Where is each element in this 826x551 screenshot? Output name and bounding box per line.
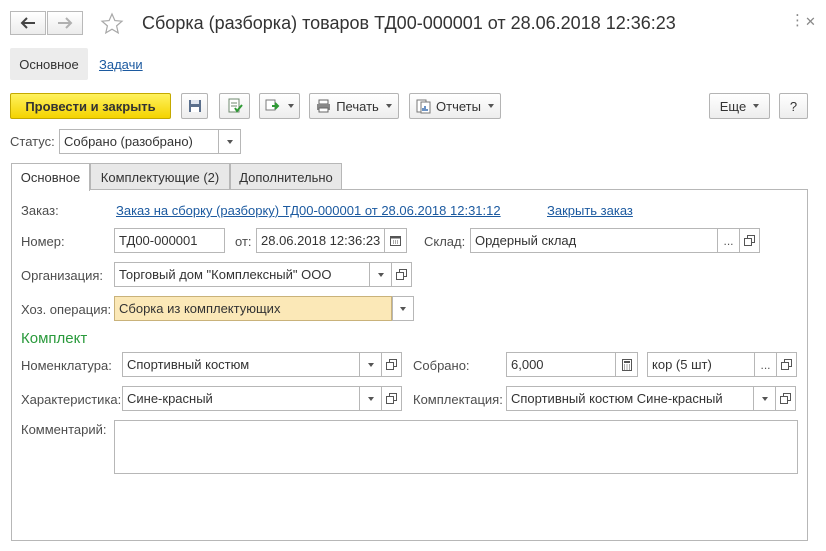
print-label: Печать [336,98,379,114]
kit-configuration-field[interactable]: Спортивный костюм Сине-красный [506,386,754,411]
nomenclature-open-button[interactable] [382,352,402,377]
more-menu-icon[interactable]: ⋮ [790,13,805,28]
number-field[interactable]: ТД00-000001 [114,228,225,253]
save-icon [188,100,201,112]
calculator-icon [621,358,632,371]
calendar-button[interactable] [385,228,407,253]
organization-dropdown-button[interactable] [370,262,392,287]
kit-group-title: Комплект [21,330,88,347]
date-field[interactable]: 28.06.2018 12:36:23 [256,228,385,253]
post-document-icon [228,98,243,113]
number-label: Номер: [21,234,65,249]
comment-textarea[interactable] [114,420,798,474]
unit-select-button[interactable]: ... [755,352,777,377]
operation-field[interactable]: Сборка из комплектующих [114,296,392,321]
section-main[interactable]: Основное [10,48,88,80]
arrow-right-icon [58,17,73,29]
unit-field[interactable]: кор (5 шт) [647,352,755,377]
organization-label: Организация: [21,268,104,283]
nomenclature-dropdown-button[interactable] [360,352,382,377]
tab-components[interactable]: Комплектующие (2) [90,163,230,190]
post-button[interactable] [219,93,250,119]
print-button[interactable]: Печать [309,93,399,119]
section-tasks-link[interactable]: Задачи [99,57,143,72]
warehouse-open-button[interactable] [740,228,760,253]
more-label: Еще [719,98,747,114]
post-and-close-button[interactable]: Провести и закрыть [10,93,171,119]
collected-quantity-field[interactable]: 6,000 [506,352,616,377]
chevron-down-icon [367,396,374,401]
dropdown-caret-icon [288,104,294,108]
organization-field[interactable]: Торговый дом "Комплексный" ООО [114,262,370,287]
create-based-on-button[interactable] [259,93,300,119]
chevron-down-icon [226,139,233,144]
comment-label: Комментарий: [21,422,107,437]
order-label: Заказ: [21,203,59,218]
unit-open-button[interactable] [777,352,797,377]
close-order-link[interactable]: Закрыть заказ [547,203,633,218]
chevron-down-icon [377,272,384,277]
chevron-down-icon [367,362,374,367]
create-based-on-icon [265,99,280,111]
dropdown-caret-icon [385,104,392,108]
nomenclature-field[interactable]: Спортивный костюм [122,352,360,377]
calculator-button[interactable] [616,352,638,377]
window-title: Сборка (разборка) товаров ТД00-000001 от… [142,13,676,33]
status-label: Статус: [10,134,55,149]
status-dropdown-button[interactable] [219,129,241,154]
nomenclature-label: Номенклатура: [21,358,112,373]
open-icon [744,235,755,246]
help-button[interactable]: ? [779,93,808,119]
kit-configuration-dropdown-button[interactable] [754,386,776,411]
save-button[interactable] [181,93,208,119]
reports-button[interactable]: Отчеты [409,93,501,119]
kit-configuration-label: Комплектация: [413,392,503,407]
calendar-icon [390,236,401,246]
characteristic-field[interactable]: Сине-красный [122,386,360,411]
collected-label: Собрано: [413,358,470,373]
open-icon [396,269,407,280]
operation-dropdown-button[interactable] [392,296,414,321]
dropdown-caret-icon [487,104,494,108]
open-icon [386,359,397,370]
more-button[interactable]: Еще [709,93,770,119]
printer-icon [317,99,331,113]
open-icon [386,393,397,404]
warehouse-field[interactable]: Ордерный склад [470,228,718,253]
warehouse-label: Склад: [424,234,466,249]
characteristic-open-button[interactable] [382,386,402,411]
arrow-left-icon [20,17,35,29]
characteristic-label: Характеристика: [21,392,122,407]
open-icon [780,393,791,404]
forward-button[interactable] [47,11,83,35]
chevron-down-icon [761,396,768,401]
open-icon [781,359,792,370]
date-label: от: [235,234,252,249]
dropdown-caret-icon [753,104,760,108]
chevron-down-icon [400,306,406,311]
kit-configuration-open-button[interactable] [776,386,796,411]
warehouse-select-button[interactable]: ... [718,228,740,253]
reports-icon [416,99,431,113]
tab-additional[interactable]: Дополнительно [230,163,342,190]
reports-label: Отчеты [436,98,481,114]
order-link[interactable]: Заказ на сборку (разборку) ТД00-000001 о… [116,203,501,218]
status-select[interactable]: Собрано (разобрано) [59,129,219,154]
operation-label: Хоз. операция: [21,302,112,317]
close-icon[interactable]: ✕ [805,15,816,28]
back-button[interactable] [10,11,46,35]
favorite-star-icon[interactable] [100,12,124,36]
tab-main[interactable]: Основное [11,163,90,191]
organization-open-button[interactable] [392,262,412,287]
characteristic-dropdown-button[interactable] [360,386,382,411]
